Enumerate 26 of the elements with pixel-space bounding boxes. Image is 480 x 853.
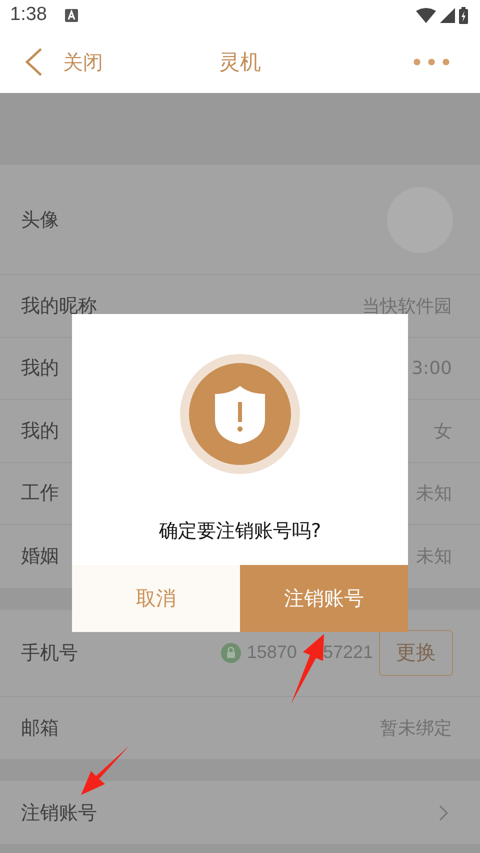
- row-label: 工作: [21, 481, 59, 506]
- row-label: 婚姻: [21, 544, 59, 570]
- notification-icon: [64, 8, 78, 22]
- deactivate-row[interactable]: 注销账号: [0, 781, 480, 844]
- battery-icon: [459, 6, 468, 24]
- signal-icon: [440, 8, 455, 22]
- row-label: 注销账号: [21, 800, 97, 826]
- deactivate-button[interactable]: 注销账号: [240, 565, 408, 632]
- row-label: 手机号: [21, 640, 78, 666]
- pointer-arrow: [80, 745, 130, 796]
- row-label: 邮箱: [21, 716, 59, 741]
- chevron-icon: [439, 804, 448, 820]
- wifi-icon: [416, 8, 436, 22]
- page-title: 灵机: [219, 49, 261, 76]
- warning-shield-icon: [180, 354, 300, 474]
- status-time: 1:38: [10, 4, 47, 26]
- dialog-message: 确定要注销账号吗?: [158, 519, 322, 544]
- cancel-button[interactable]: 取消: [72, 565, 240, 632]
- lock-icon: [220, 642, 241, 662]
- row-label: 我的: [21, 356, 59, 382]
- back-icon: [24, 47, 43, 77]
- row-label: 我的: [21, 418, 59, 444]
- close-button[interactable]: 关闭: [24, 47, 103, 77]
- row-label: 头像: [21, 208, 59, 232]
- row-label: 我的昵称: [21, 294, 97, 319]
- more-icon[interactable]: [413, 58, 450, 66]
